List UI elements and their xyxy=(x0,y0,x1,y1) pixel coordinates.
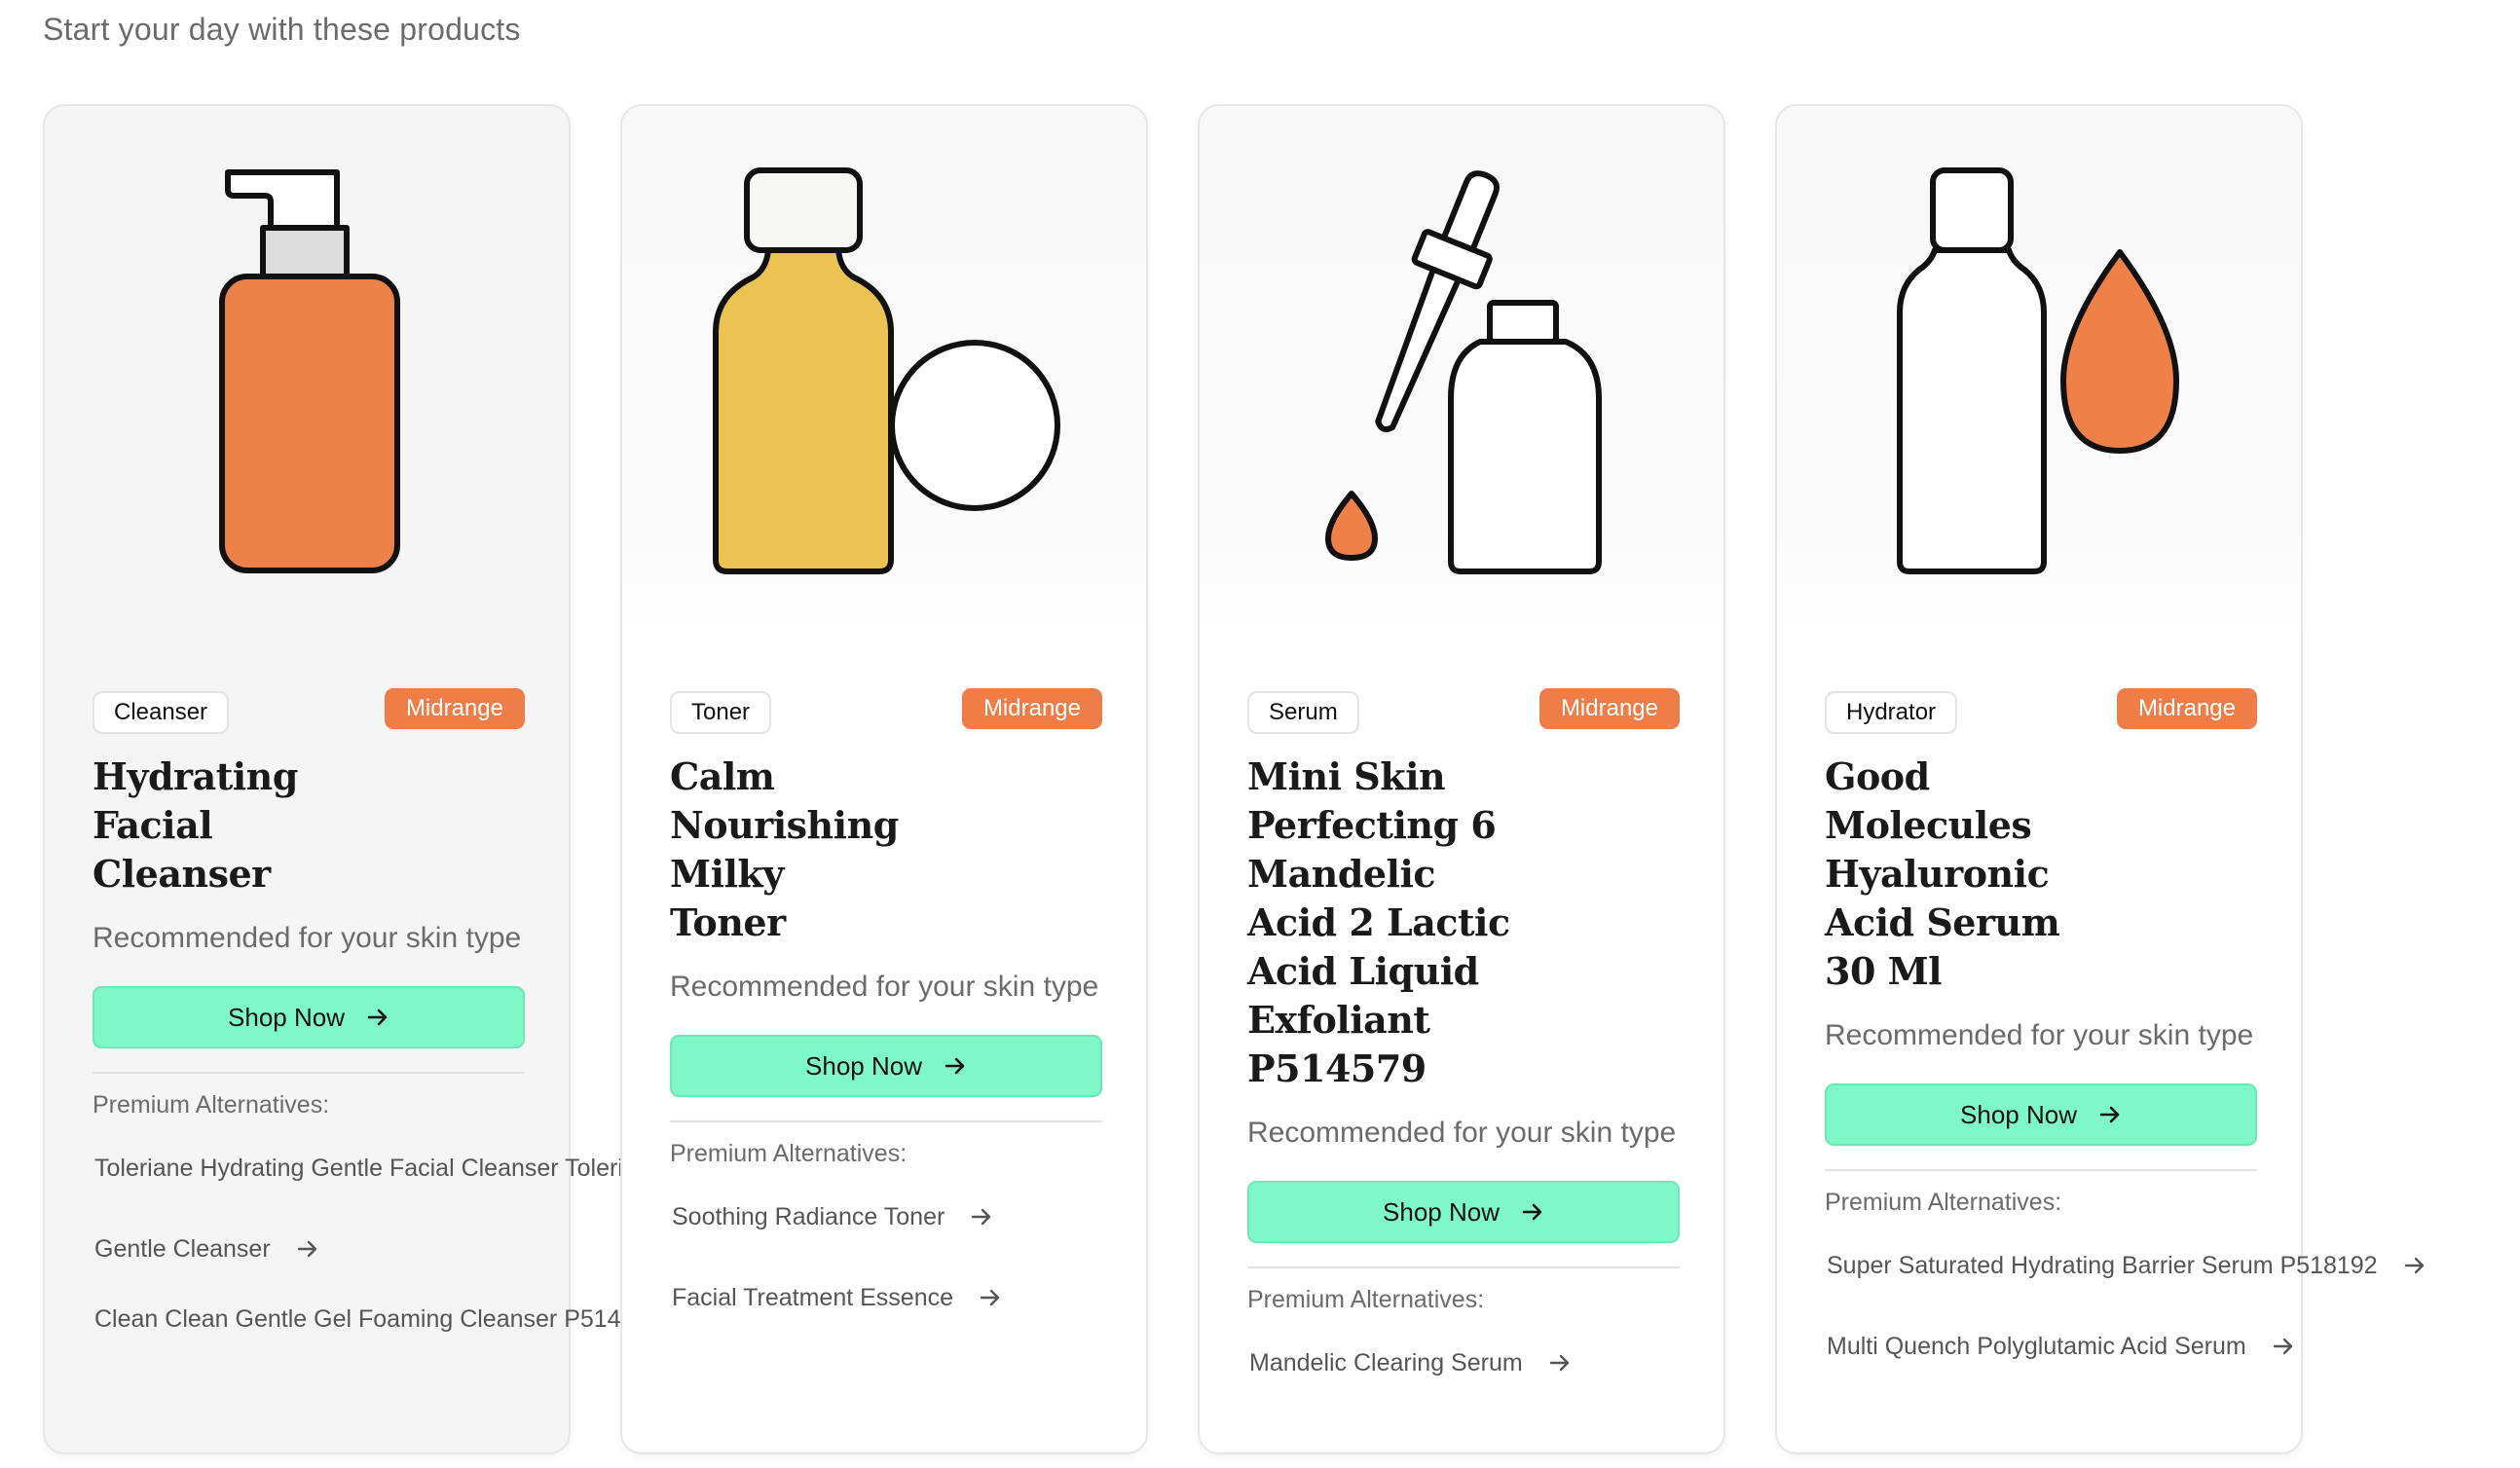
alternative-label: Toleriane Hydrating Gentle Facial Cleans… xyxy=(94,1155,624,1182)
category-badge: Cleanser xyxy=(93,691,230,734)
shop-now-button[interactable]: Shop Now xyxy=(670,1035,1102,1097)
product-image[interactable] xyxy=(622,106,1146,632)
product-card-toner[interactable]: Toner Midrange Calm Nourishing Milky Ton… xyxy=(620,104,1148,1454)
recommendation-text: Recommended for your skin type xyxy=(1247,1117,1677,1149)
alternative-link[interactable]: Super Saturated Hydrating Barrier Serum … xyxy=(1827,1239,2424,1292)
alternative-label: Gentle Cleanser xyxy=(94,1235,271,1263)
arrow-right-icon xyxy=(980,1289,1000,1306)
product-title: Calm Nourishing Milky Toner xyxy=(670,754,899,944)
divider xyxy=(670,1120,1102,1122)
price-tier-badge: Midrange xyxy=(1538,688,1680,729)
alternative-label: Clean Clean Gentle Gel Foaming Cleanser … xyxy=(94,1305,621,1333)
arrow-right-icon xyxy=(1549,1354,1569,1372)
premium-alternatives-label: Premium Alternatives: xyxy=(93,1091,330,1119)
product-card-hydrator[interactable]: Hydrator Midrange Good Molecules Hyaluro… xyxy=(1775,104,2424,1454)
product-title: Mini Skin Perfecting 6 Mandelic Acid 2 L… xyxy=(1247,754,1510,1090)
alternative-label: Soothing Radiance Toner xyxy=(672,1203,945,1230)
product-title: Hydrating Facial Cleanser xyxy=(93,754,298,896)
alternative-link[interactable]: Clean Clean Gentle Gel Foaming Cleanser … xyxy=(94,1284,624,1354)
pump-bottle-icon xyxy=(219,169,400,573)
alternatives-list: Toleriane Hydrating Gentle Facial Cleans… xyxy=(93,1142,624,1354)
shop-now-button[interactable]: Shop Now xyxy=(1825,1083,2257,1146)
premium-alternatives-label: Premium Alternatives: xyxy=(1825,1189,2062,1216)
arrow-right-icon xyxy=(1522,1203,1542,1221)
premium-alternatives-label: Premium Alternatives: xyxy=(670,1140,908,1167)
alternative-link[interactable]: Toleriane Hydrating Gentle Facial Cleans… xyxy=(94,1142,624,1194)
alternatives-list: Soothing Radiance Toner Facial Treatment… xyxy=(670,1191,1102,1333)
divider xyxy=(1247,1266,1680,1268)
alternative-link[interactable]: Gentle Cleanser xyxy=(94,1214,624,1284)
arrow-right-icon xyxy=(945,1057,965,1075)
arrow-right-icon xyxy=(367,1009,388,1026)
arrow-right-icon xyxy=(2404,1257,2424,1274)
arrow-right-icon xyxy=(297,1240,316,1258)
bottle-with-drop-icon xyxy=(1897,167,2179,574)
shop-now-label: Shop Now xyxy=(805,1050,922,1081)
price-tier-badge: Midrange xyxy=(961,688,1102,729)
section-heading: Start your day with these products xyxy=(43,12,521,47)
alternative-label: Mandelic Clearing Serum xyxy=(1249,1349,1523,1376)
premium-alternatives-label: Premium Alternatives: xyxy=(1247,1286,1485,1313)
alternatives-list: Super Saturated Hydrating Barrier Serum … xyxy=(1825,1239,2424,1381)
product-image[interactable] xyxy=(1200,106,1723,632)
arrow-right-icon xyxy=(2099,1106,2120,1123)
alternative-label: Super Saturated Hydrating Barrier Serum … xyxy=(1827,1252,2378,1279)
recommendation-text: Recommended for your skin type xyxy=(1825,1019,2254,1051)
category-badge: Toner xyxy=(670,691,772,734)
recommendation-text: Recommended for your skin type xyxy=(670,971,1099,1003)
shop-now-label: Shop Now xyxy=(228,1002,345,1032)
product-image[interactable] xyxy=(1777,106,2301,632)
shop-now-button[interactable]: Shop Now xyxy=(93,986,525,1048)
alternative-link[interactable]: Multi Quench Polyglutamic Acid Serum xyxy=(1827,1311,2292,1381)
arrow-right-icon xyxy=(972,1208,991,1226)
recommendation-text: Recommended for your skin type xyxy=(93,922,522,954)
price-tier-badge: Midrange xyxy=(384,688,525,729)
dropper-bottle-icon xyxy=(1325,170,1602,574)
alternative-link[interactable]: Facial Treatment Essence xyxy=(672,1263,1102,1333)
shop-now-label: Shop Now xyxy=(1960,1099,2077,1129)
arrow-right-icon xyxy=(2273,1338,2292,1355)
product-card-serum[interactable]: Serum Midrange Mini Skin Perfecting 6 Ma… xyxy=(1198,104,1725,1454)
alternative-label: Multi Quench Polyglutamic Acid Serum xyxy=(1827,1333,2246,1360)
toner-bottle-icon xyxy=(713,167,1060,574)
product-card-cleanser[interactable]: Cleanser Midrange Hydrating Facial Clean… xyxy=(43,104,624,1454)
shop-now-button[interactable]: Shop Now xyxy=(1247,1181,1680,1243)
price-tier-badge: Midrange xyxy=(2116,688,2257,729)
product-image[interactable] xyxy=(45,106,569,632)
divider xyxy=(1825,1169,2257,1171)
product-title: Good Molecules Hyaluronic Acid Serum 30 … xyxy=(1825,754,2060,993)
alternative-link[interactable]: Mandelic Clearing Serum xyxy=(1249,1337,1680,1389)
alternative-link[interactable]: Soothing Radiance Toner xyxy=(672,1191,1102,1243)
alternatives-list: Mandelic Clearing Serum xyxy=(1247,1337,1680,1389)
shop-now-label: Shop Now xyxy=(1383,1196,1500,1227)
divider xyxy=(93,1072,525,1074)
alternative-label: Facial Treatment Essence xyxy=(672,1284,954,1311)
category-badge: Hydrator xyxy=(1825,691,1958,734)
category-badge: Serum xyxy=(1247,691,1359,734)
